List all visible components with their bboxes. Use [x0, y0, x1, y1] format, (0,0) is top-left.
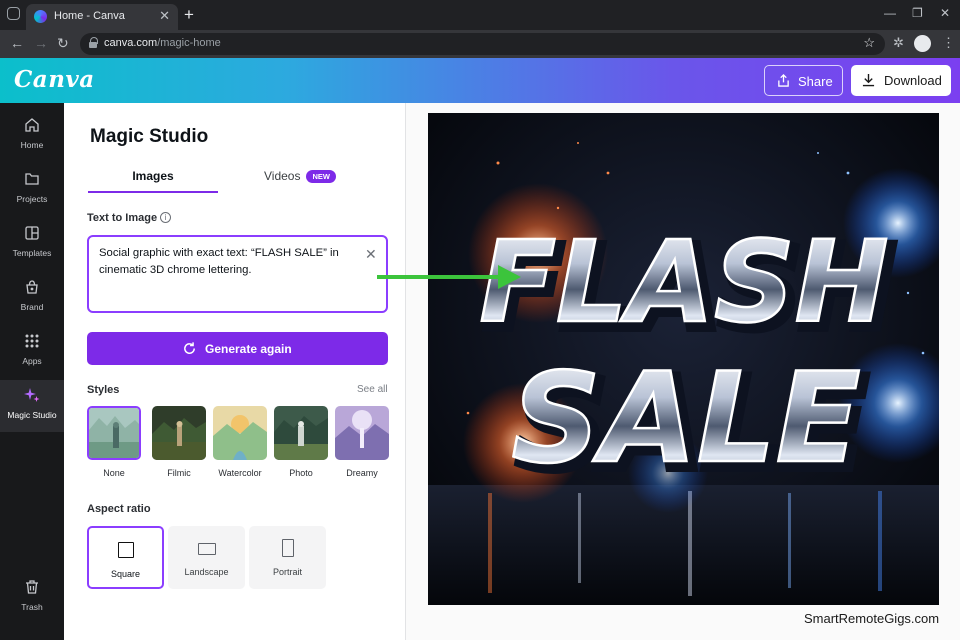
left-rail: Home Projects Templates Brand Apps Magic…: [0, 103, 64, 640]
design-canvas: FLASH FLASH SALE SALE SmartRemoteGigs.co…: [406, 103, 960, 640]
generate-label: Generate again: [205, 342, 292, 356]
tab-close-icon[interactable]: ✕: [159, 8, 170, 24]
aspect-label: Landscape: [184, 567, 229, 577]
style-thumbnail: [152, 406, 206, 460]
download-button[interactable]: Download: [851, 65, 951, 96]
styles-label: Styles: [87, 384, 120, 396]
style-option-none[interactable]: None: [87, 406, 141, 478]
canva-favicon-icon: [34, 10, 47, 23]
aspect-label: Square: [110, 569, 141, 579]
rail-item-magic-studio[interactable]: Magic Studio: [0, 380, 64, 432]
rail-label: Templates: [12, 248, 52, 258]
download-label: Download: [884, 73, 942, 88]
text-to-image-label: Text to Image: [87, 212, 158, 224]
aspect-portrait-option[interactable]: Portrait: [249, 526, 326, 589]
download-icon: [862, 73, 875, 87]
style-label: Watercolor: [218, 468, 262, 478]
extensions-icon[interactable]: ✲: [893, 35, 904, 51]
bookmark-star-icon[interactable]: ☆: [863, 35, 875, 51]
style-option-watercolor[interactable]: Watercolor: [213, 406, 267, 478]
profile-avatar[interactable]: [914, 35, 931, 52]
reload-icon[interactable]: ↻: [57, 35, 69, 52]
tab-search-icon[interactable]: [7, 7, 20, 20]
url-text: canva.com/magic-home: [104, 37, 221, 49]
magic-studio-panel: Magic Studio Images Videos NEW Text to Im…: [64, 103, 406, 640]
browser-menu-icon[interactable]: ⋮: [942, 35, 955, 51]
apps-icon: [25, 334, 39, 348]
landscape-icon: [198, 543, 216, 555]
clear-prompt-icon[interactable]: ✕: [365, 246, 377, 263]
lock-icon: [89, 37, 98, 48]
style-thumbnail: [274, 406, 328, 460]
window-close-icon[interactable]: ✕: [940, 6, 950, 20]
brand-icon: [26, 280, 38, 294]
back-icon[interactable]: ←: [10, 35, 24, 51]
app-root: Home - Canva ✕ + — ❐ ✕ ← → ↻ canva.com/m…: [0, 0, 960, 640]
watermark-text: SmartRemoteGigs.com: [804, 611, 940, 626]
style-thumbnail: [87, 406, 141, 460]
folder-icon: [25, 173, 39, 185]
rail-label: Apps: [22, 356, 42, 366]
restore-icon[interactable]: ❐: [912, 6, 923, 20]
prompt-input[interactable]: Social graphic with exact text: “FLASH S…: [87, 235, 388, 313]
rail-item-trash[interactable]: Trash: [0, 572, 64, 624]
sparkle-icon: [24, 388, 40, 402]
artwork-text-sale: SALE: [512, 347, 861, 491]
minimize-icon[interactable]: —: [884, 6, 896, 20]
rail-label: Trash: [21, 602, 43, 612]
annotation-arrow-icon: [377, 265, 521, 289]
artwork-text-flash: FLASH: [480, 218, 889, 348]
new-tab-button[interactable]: +: [184, 5, 194, 25]
tab-title: Home - Canva: [54, 10, 125, 22]
style-thumbnail: [335, 406, 389, 460]
aspect-landscape-option[interactable]: Landscape: [168, 526, 245, 589]
rail-label: Magic Studio: [7, 410, 57, 420]
style-label: Photo: [289, 468, 313, 478]
browser-tab[interactable]: Home - Canva ✕: [26, 4, 178, 30]
generate-again-button[interactable]: Generate again: [87, 332, 388, 365]
rail-item-apps[interactable]: Apps: [0, 326, 64, 378]
canva-logo[interactable]: Canva: [14, 66, 95, 93]
aspect-label: Portrait: [272, 567, 302, 577]
style-label: Filmic: [167, 468, 191, 478]
tab-videos[interactable]: Videos NEW: [240, 160, 360, 193]
style-option-dreamy[interactable]: Dreamy: [335, 406, 389, 478]
new-badge: NEW: [306, 170, 336, 183]
rail-item-home[interactable]: Home: [0, 110, 64, 162]
aspect-square-option[interactable]: Square: [87, 526, 164, 589]
tab-videos-label: Videos: [264, 169, 301, 183]
browser-toolbar: ← → ↻ canva.com/magic-home ☆ ✲ ⋮: [0, 30, 960, 58]
style-label: None: [103, 468, 125, 478]
share-button[interactable]: Share: [764, 65, 843, 96]
trash-icon: [26, 580, 38, 594]
browser-tab-bar: Home - Canva ✕ + — ❐ ✕: [0, 0, 960, 30]
address-bar[interactable]: canva.com/magic-home ☆: [80, 33, 885, 55]
generated-image[interactable]: FLASH FLASH SALE SALE: [428, 113, 939, 605]
square-icon: [118, 542, 134, 558]
portrait-icon: [282, 539, 294, 557]
rail-item-projects[interactable]: Projects: [0, 164, 64, 216]
rail-label: Projects: [16, 194, 48, 204]
canva-header: Canva Share Download: [0, 58, 960, 103]
info-icon[interactable]: i: [160, 212, 171, 223]
style-label: Dreamy: [346, 468, 378, 478]
regenerate-icon: [184, 342, 195, 354]
rail-item-templates[interactable]: Templates: [0, 218, 64, 270]
tab-images[interactable]: Images: [88, 160, 218, 193]
forward-icon[interactable]: →: [34, 35, 48, 51]
templates-icon: [25, 226, 39, 240]
style-thumbnail: [213, 406, 267, 460]
share-label: Share: [798, 74, 833, 89]
see-all-link[interactable]: See all: [357, 384, 388, 395]
panel-title: Magic Studio: [90, 126, 209, 147]
rail-label: Home: [20, 140, 44, 150]
aspect-ratio-label: Aspect ratio: [87, 503, 151, 515]
rail-item-brand[interactable]: Brand: [0, 272, 64, 324]
share-icon: [778, 74, 789, 87]
rail-label: Brand: [20, 302, 44, 312]
style-option-filmic[interactable]: Filmic: [152, 406, 206, 478]
style-option-photo[interactable]: Photo: [274, 406, 328, 478]
home-icon: [25, 118, 39, 132]
